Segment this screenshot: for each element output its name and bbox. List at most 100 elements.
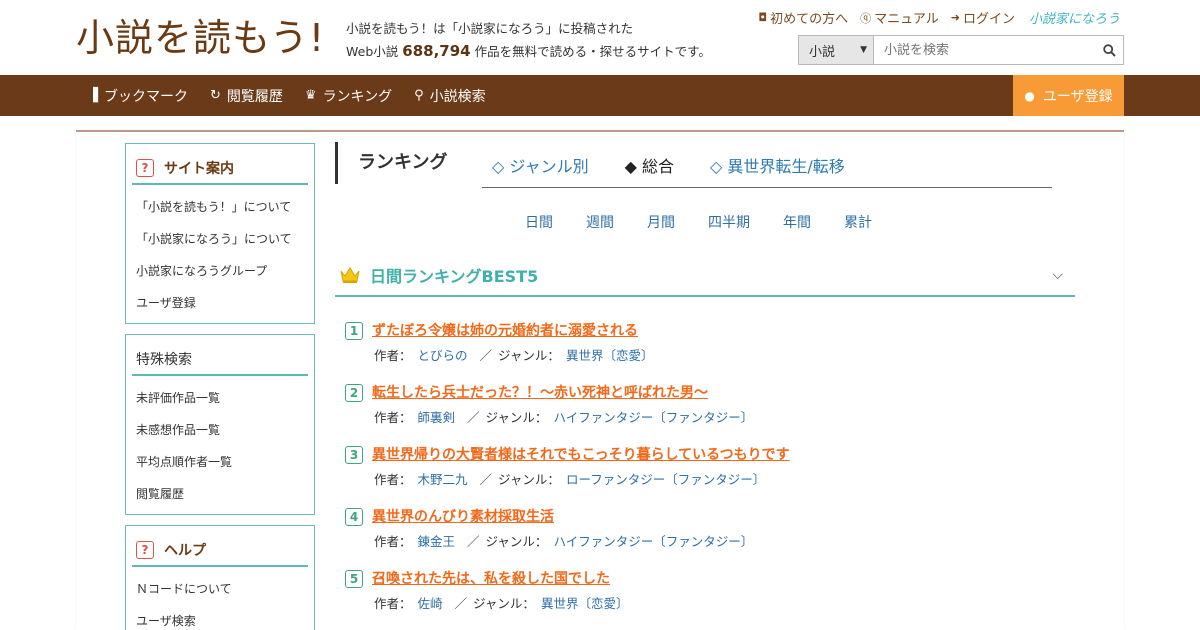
genre-label: ジャンル： — [485, 410, 548, 425]
sidebar-item-avg-score-authors[interactable]: 平均点順作者一覧 — [136, 446, 314, 478]
sidebar-item-no-reviews[interactable]: 未感想作品一覧 — [136, 414, 314, 446]
ranking-item: 1 ずたぼろ令嬢は姉の元婚約者に溺愛される 作者： とびらの ／ ジャンル： 異… — [335, 316, 1075, 378]
period-weekly[interactable]: 週間 — [586, 212, 614, 232]
rank-number-2-icon: 2 — [345, 384, 363, 402]
period-yearly[interactable]: 年間 — [783, 212, 811, 232]
sidebar-item-about-narou[interactable]: 「小説家になろう」について — [136, 223, 314, 255]
sidebar-item-register[interactable]: ユーザ登録 — [136, 287, 314, 319]
genre-label: ジャンル： — [498, 472, 560, 487]
genre-label: ジャンル： — [473, 596, 535, 611]
nav-history[interactable]: ↻ 閲覧履歴 — [210, 86, 283, 106]
tagline-line1: 小説を読もう！は「小説家になろう」に投稿された — [346, 21, 634, 36]
nav-bookmark[interactable]: ▐ ブックマーク — [88, 86, 188, 106]
daily-ranking-header[interactable]: 日間ランキングBEST5 ⌵ — [335, 255, 1075, 297]
author-link[interactable]: 師裏剣 — [418, 407, 456, 426]
rank-number-4-icon: 4 — [345, 508, 363, 526]
period-monthly[interactable]: 月間 — [647, 212, 675, 232]
author-label: 作者： — [374, 534, 412, 549]
sidebar-item-ncode[interactable]: Ｎコードについて — [136, 573, 314, 605]
period-quarterly[interactable]: 四半期 — [708, 212, 750, 232]
question-circle-icon: ⓠ — [860, 11, 872, 25]
genre-link[interactable]: 異世界〔恋愛〕 — [541, 593, 629, 612]
first-time-link[interactable]: ◘ 初めての方へ — [758, 8, 848, 27]
sidebar-special-title: 特殊検索 — [136, 351, 192, 368]
search-type-select[interactable]: 小説 ▼ — [799, 36, 874, 64]
sidebar-help-list: Ｎコードについて ユーザ検索 — [126, 567, 314, 630]
author-link[interactable]: 錬金王 — [418, 531, 456, 550]
nav-search-label: 小説検索 — [429, 88, 486, 105]
bookmark-icon: ▐ — [88, 88, 98, 103]
sidebar-special-list: 未評価作品一覧 未感想作品一覧 平均点順作者一覧 閲覧履歴 — [126, 376, 314, 516]
sidebar-guide-list: 「小説を読もう！」について 「小説家になろう」について 小説家になろうグループ … — [126, 185, 314, 325]
login-icon: ➜ — [950, 11, 960, 24]
login-label: ログイン — [962, 12, 1015, 27]
tab-overall[interactable]: ◆ 総合 — [625, 153, 674, 177]
genre-link[interactable]: ローファンタジー〔ファンタジー〕 — [566, 469, 765, 488]
question-icon: ? — [136, 540, 154, 559]
novel-title-link[interactable]: 転生したら兵士だった？！〜赤い死神と呼ばれた男〜 — [372, 382, 708, 402]
sidebar-item-history[interactable]: 閲覧履歴 — [136, 478, 314, 510]
sidebar-item-group[interactable]: 小説家になろうグループ — [136, 255, 314, 287]
nav-ranking[interactable]: ♛ ランキング — [305, 86, 392, 106]
author-link[interactable]: とびらの — [418, 345, 468, 364]
chevron-down-icon[interactable]: ⌵ — [1052, 267, 1063, 283]
ranking-item: 3 異世界帰りの大賢者様はそれでもこっそり暮らしているつもりです 作者： 木野二… — [335, 440, 1075, 502]
tab-genre[interactable]: ◇ ジャンル別 — [492, 153, 589, 177]
period-total[interactable]: 累計 — [844, 212, 872, 232]
sidebar-special-header: 特殊検索 — [132, 343, 308, 376]
ranking-title: ランキング — [335, 142, 447, 184]
manual-link[interactable]: ⓠ マニュアル — [860, 8, 939, 28]
register-button[interactable]: ● ユーザ登録 — [1013, 75, 1124, 116]
nav-search[interactable]: ⚲ 小説検索 — [414, 86, 486, 106]
sidebar-item-about-yomou[interactable]: 「小説を読もう！」について — [136, 191, 314, 223]
novel-meta: 作者： 佐崎 ／ ジャンル： 異世界〔恋愛〕 — [374, 593, 634, 612]
site-logo[interactable]: 小説を読もう! — [76, 14, 325, 62]
nav-items: ▐ ブックマーク ↻ 閲覧履歴 ♛ ランキング ⚲ 小説検索 — [88, 75, 508, 116]
ranking-tab-row: ◇ ジャンル別 ◆ 総合 ◇ 異世界転生/転移 — [482, 142, 1052, 188]
search-input[interactable] — [874, 36, 1095, 64]
novel-title-link[interactable]: 異世界のんびり素材採取生活 — [372, 506, 554, 526]
first-time-label: 初めての方へ — [770, 12, 849, 27]
search-icon — [1102, 43, 1116, 57]
novel-title-link[interactable]: 異世界帰りの大賢者様はそれでもこっそり暮らしているつもりです — [372, 444, 790, 464]
author-label: 作者： — [374, 472, 412, 487]
author-link[interactable]: 佐崎 — [418, 593, 443, 612]
history-icon: ↻ — [210, 88, 221, 103]
tagline-prefix: Web小説 — [346, 44, 399, 59]
meta-separator: ／ — [454, 596, 468, 611]
genre-link[interactable]: 異世界〔恋愛〕 — [566, 345, 654, 364]
site-tagline: 小説を読もう！は「小説家になろう」に投稿された Web小説 688,794 作品を無… — [346, 18, 711, 63]
daily-ranking-title: 日間ランキングBEST5 — [370, 267, 539, 286]
narou-brand-logo[interactable]: 小説家になろう — [1029, 8, 1120, 27]
sidebar-item-user-search[interactable]: ユーザ検索 — [136, 605, 314, 630]
sidebar-help-title: ヘルプ — [164, 542, 206, 559]
user-icon: ● — [1024, 88, 1035, 103]
period-tabs: 日間 週間 月間 四半期 年間 累計 — [525, 212, 905, 232]
novel-title-link[interactable]: ずたぼろ令嬢は姉の元婚約者に溺愛される — [372, 320, 638, 340]
author-link[interactable]: 木野二九 — [418, 469, 468, 488]
tab-isekai[interactable]: ◇ 異世界転生/転移 — [710, 153, 845, 177]
ranking-tabs-area: ランキング ◇ ジャンル別 ◆ 総合 ◇ 異世界転生/転移 — [335, 142, 1075, 188]
sidebar-item-unrated[interactable]: 未評価作品一覧 — [136, 382, 314, 414]
nav-ranking-label: ランキング — [322, 88, 393, 105]
search-icon: ⚲ — [414, 88, 424, 103]
ranking-content: ランキング ◇ ジャンル別 ◆ 総合 ◇ 異世界転生/転移 日間 週間 月間 四… — [335, 142, 1075, 611]
ranking-item: 4 異世界のんびり素材採取生活 作者： 錬金王 ／ ジャンル： ハイファンタジー… — [335, 502, 1075, 564]
novel-meta: 作者： 木野二九 ／ ジャンル： ローファンタジー〔ファンタジー〕 — [374, 469, 771, 488]
login-link[interactable]: ➜ ログイン — [951, 8, 1015, 27]
tagline-line2: Web小説 688,794 作品を無料で読める・探せるサイトです。 — [346, 40, 711, 63]
period-daily[interactable]: 日間 — [525, 212, 553, 232]
genre-link[interactable]: ハイファンタジー〔ファンタジー〕 — [553, 407, 753, 426]
genre-label: ジャンル： — [485, 534, 548, 549]
genre-link[interactable]: ハイファンタジー〔ファンタジー〕 — [553, 531, 753, 550]
caret-down-icon: ▼ — [860, 45, 867, 55]
nav-bookmark-label: ブックマーク — [104, 88, 188, 105]
sidebar-help-header: ? ヘルプ — [132, 534, 308, 567]
search-bar: 小説 ▼ — [798, 35, 1124, 65]
search-button[interactable] — [1095, 36, 1123, 64]
ranking-item: 2 転生したら兵士だった？！〜赤い死神と呼ばれた男〜 作者： 師裏剣 ／ ジャン… — [335, 378, 1075, 440]
novel-title-link[interactable]: 召喚された先は、私を殺した国でした — [372, 568, 610, 588]
main-container: ? サイト案内 「小説を読もう！」について 「小説家になろう」について 小説家に… — [76, 130, 1124, 630]
meta-separator: ／ — [479, 472, 493, 487]
sidebar-guide-header: ? サイト案内 — [132, 152, 308, 185]
